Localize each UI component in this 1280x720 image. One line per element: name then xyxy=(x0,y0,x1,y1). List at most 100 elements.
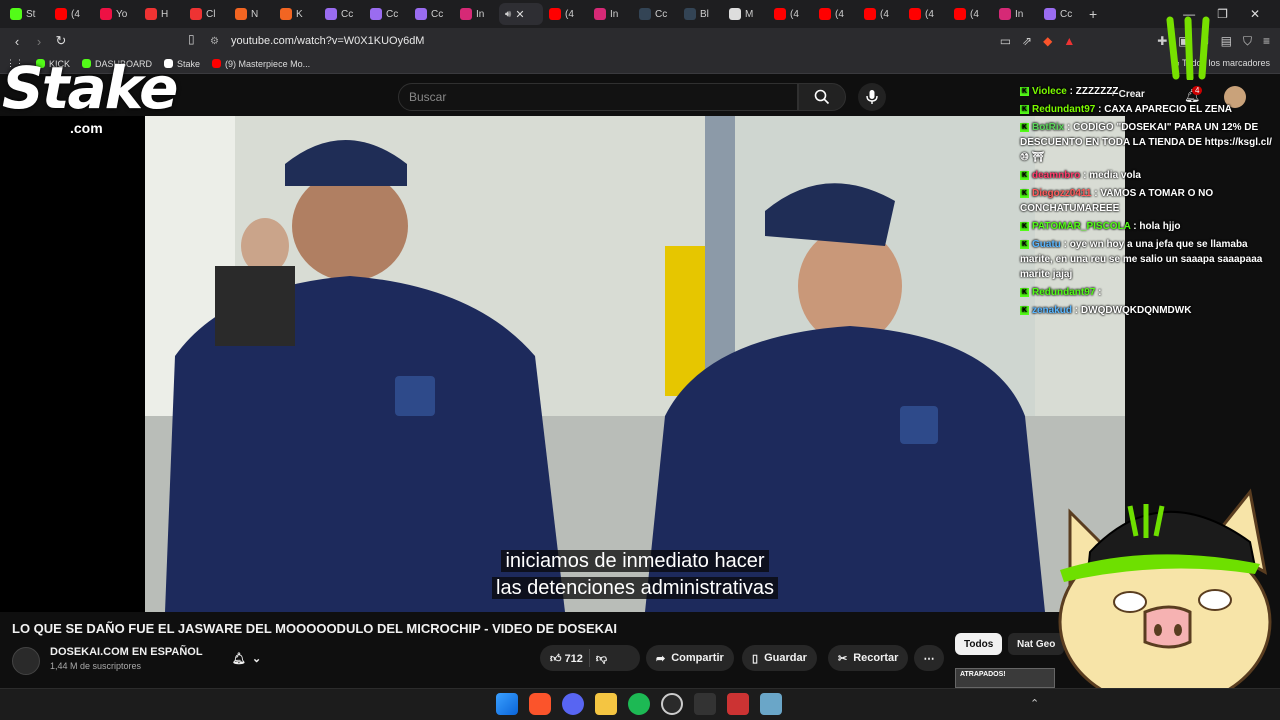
system-tray-chevron-icon[interactable]: ⌃ xyxy=(1030,697,1039,710)
browser-tab[interactable]: St xyxy=(4,3,49,25)
chat-text: : media vola xyxy=(1080,170,1141,181)
site-info-icon[interactable]: ⚙ xyxy=(210,36,219,47)
browser-tab[interactable]: M xyxy=(723,3,768,25)
tab-favicon-icon xyxy=(864,8,876,20)
tab-favicon-icon xyxy=(145,8,157,20)
browser-tab[interactable]: In xyxy=(588,3,633,25)
chat-username: PATOMAR_PISCOLA xyxy=(1032,221,1131,232)
kick-badge-icon: K xyxy=(1020,86,1029,96)
tab-label: Cc xyxy=(1060,8,1073,20)
calculator-icon[interactable] xyxy=(760,693,782,715)
menu-icon[interactable]: ≡ xyxy=(1263,34,1270,48)
search-input[interactable]: Buscar xyxy=(398,83,798,111)
chat-message: K Violece : ZZZZZZZ xyxy=(1020,84,1272,99)
browser-tab[interactable]: (4 xyxy=(813,3,858,25)
bookmark-icon[interactable]: ▯ xyxy=(188,32,195,46)
windows-start-icon[interactable] xyxy=(496,693,518,715)
browser-tab[interactable]: In xyxy=(993,3,1038,25)
chat-username: deamnbro xyxy=(1032,170,1081,181)
browser-tab[interactable]: K xyxy=(274,3,319,25)
discord-icon[interactable] xyxy=(562,693,584,715)
share-button[interactable]: ➦ Compartir xyxy=(646,645,734,671)
tab-favicon-icon xyxy=(460,8,472,20)
browser-tab-active[interactable]: 🔊︎ ✕ xyxy=(499,3,543,25)
video-subtitles: iniciamos de inmediato hacer las detenci… xyxy=(445,548,825,602)
like-button[interactable]: 👍︎ 712 xyxy=(550,652,583,665)
brave-shield-icon[interactable]: ◆ xyxy=(1043,34,1052,48)
browser-tab[interactable]: (4 xyxy=(903,3,948,25)
close-window-icon[interactable]: ✕ xyxy=(1250,7,1260,21)
dislike-button[interactable]: 👎︎ xyxy=(596,652,607,665)
browser-tab[interactable]: Cc xyxy=(1038,3,1083,25)
tab-favicon-icon xyxy=(280,8,292,20)
tab-label: Yo xyxy=(116,8,128,20)
bookmarks-bar: ⋮⋮ KICK DASHBOARD Stake (9) Masterpiece Mo..… xyxy=(0,54,1280,74)
file-explorer-icon[interactable] xyxy=(595,693,617,715)
cast-icon[interactable]: ▭ xyxy=(1000,34,1011,48)
browser-tab[interactable]: In xyxy=(454,3,499,25)
tab-label: N xyxy=(251,8,259,20)
browser-tab[interactable]: (4 xyxy=(768,3,813,25)
monster-logo xyxy=(1162,16,1220,82)
bookmark-favicon-icon xyxy=(212,59,222,68)
more-icon: ⋯ xyxy=(923,652,935,665)
browser-tab[interactable]: (4 xyxy=(858,3,903,25)
browser-tab[interactable]: (4 xyxy=(49,3,94,25)
browser-tab[interactable]: Cc xyxy=(633,3,678,25)
spotify-icon[interactable] xyxy=(628,693,650,715)
taskbar-icons xyxy=(496,693,782,715)
address-bar[interactable]: ⚙ youtube.com/watch?v=W0X1KUOy6dM xyxy=(210,30,1010,52)
bookmark-item[interactable]: (9) Masterpiece Mo... xyxy=(212,59,310,69)
app-icon[interactable] xyxy=(694,693,716,715)
browser-tab[interactable]: N xyxy=(229,3,274,25)
share-icon[interactable]: ⇗ xyxy=(1022,34,1032,48)
channel-name[interactable]: DOSEKAI.COM EN ESPAÑOL xyxy=(50,646,203,658)
save-button[interactable]: ▯ Guardar xyxy=(742,645,817,671)
new-tab-button[interactable]: + xyxy=(1083,3,1109,25)
browser-tab[interactable]: Bl xyxy=(678,3,723,25)
chat-username: Diegozz0411 xyxy=(1032,188,1092,199)
search-button[interactable] xyxy=(798,83,846,111)
browser-tab[interactable]: Cc xyxy=(364,3,409,25)
sidebar-icon[interactable]: ▤ xyxy=(1221,34,1232,48)
browser-tab[interactable]: Yo xyxy=(94,3,139,25)
tab-label: In xyxy=(1015,8,1024,20)
vpn-icon[interactable]: ⛉ xyxy=(1243,34,1252,49)
reload-icon[interactable]: ↻ xyxy=(50,33,72,49)
chat-message: Kzenakud : DWQDWQKDQNMDWK xyxy=(1020,303,1272,318)
voice-search-button[interactable] xyxy=(858,83,886,111)
tab-favicon-icon xyxy=(325,8,337,20)
stream-chat-overlay: K Violece : ZZZZZZZ K Redundant97 : CAXA AP… xyxy=(1020,84,1272,321)
browser-tab[interactable]: Cl xyxy=(184,3,229,25)
more-actions-button[interactable]: ⋯ xyxy=(914,645,944,671)
brave-browser-icon[interactable] xyxy=(529,693,551,715)
forward-icon[interactable]: › xyxy=(28,34,50,49)
chat-username: BotRix xyxy=(1032,122,1065,133)
monster-claw-icon xyxy=(1166,16,1210,82)
tab-favicon-icon xyxy=(999,8,1011,20)
chat-message: K BotRix : CODIGO "DOSEKAI" PARA UN 12% D… xyxy=(1020,120,1272,165)
tab-label: Cl xyxy=(206,8,216,20)
browser-tab[interactable]: Cc xyxy=(409,3,454,25)
chat-message: Kdeamnbro : media vola xyxy=(1020,168,1272,183)
bookmark-label: Stake xyxy=(177,58,201,69)
browser-tab[interactable]: (4 xyxy=(948,3,993,25)
browser-tab[interactable]: H xyxy=(139,3,184,25)
browser-tab[interactable]: (4 xyxy=(543,3,588,25)
related-video-thumbnail[interactable]: ATRAPADOS! xyxy=(955,668,1055,688)
tab-label: H xyxy=(161,8,169,20)
tab-label: (4 xyxy=(565,8,574,20)
brave-rewards-icon[interactable]: ▲ xyxy=(1063,34,1075,48)
channel-avatar[interactable] xyxy=(12,647,40,675)
close-tab-icon[interactable]: ✕ xyxy=(515,8,524,21)
clip-button[interactable]: ✂ Recortar xyxy=(828,645,909,671)
obs-icon[interactable] xyxy=(661,693,683,715)
browser-tab[interactable]: Cc xyxy=(319,3,364,25)
chat-message: K Redundant97 : CAXA APARECIO EL ZENA xyxy=(1020,102,1272,117)
back-icon[interactable]: ‹ xyxy=(6,34,28,49)
tab-label: Cc xyxy=(341,8,354,20)
video-player[interactable] xyxy=(145,116,1125,612)
valorant-icon[interactable] xyxy=(727,693,749,715)
subscribe-bell-button[interactable]: 🔔︎ ⌄ xyxy=(222,645,278,671)
chip-todos[interactable]: Todos xyxy=(955,633,1003,655)
